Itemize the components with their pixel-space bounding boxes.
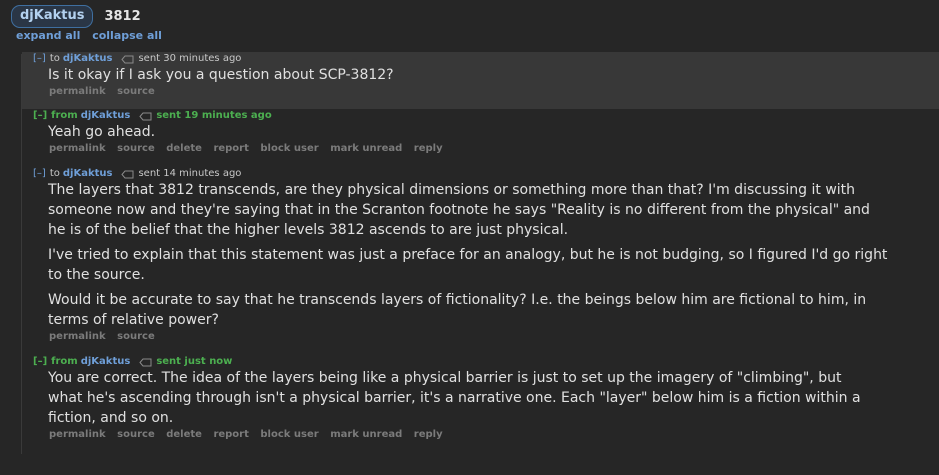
collapse-toggle[interactable]: [–] — [33, 168, 46, 180]
source-link[interactable]: source — [117, 143, 155, 154]
message-item: [–] to djKaktus sent 14 minutes ago The … — [22, 168, 939, 343]
permalink-link[interactable]: permalink — [49, 86, 106, 97]
direction-label: to — [49, 168, 60, 179]
tag-icon — [139, 112, 152, 120]
mark-unread-link[interactable]: mark unread — [330, 429, 402, 440]
delete-link[interactable]: delete — [166, 143, 202, 154]
message-actions: permalink source — [49, 330, 939, 343]
direction-label: to — [49, 53, 60, 64]
message-body: Is it okay if I ask you a question about… — [48, 65, 939, 85]
expand-controls: expand all collapse all — [16, 29, 170, 42]
thread-subject: 3812 — [104, 9, 141, 24]
username-pill[interactable]: djKaktus — [11, 5, 94, 28]
message-paragraph: The layers that 3812 transcends, are the… — [48, 182, 870, 238]
reply-link[interactable]: reply — [414, 429, 443, 440]
sent-time: sent 19 minutes ago — [156, 110, 272, 121]
message-actions: permalink source delete report block use… — [49, 428, 939, 441]
block-user-link[interactable]: block user — [260, 143, 318, 154]
permalink-link[interactable]: permalink — [49, 331, 106, 342]
message-actions: permalink source — [49, 85, 939, 98]
message-item: [–] from djKaktus sent just now You are … — [22, 356, 939, 441]
direction-label: from — [51, 356, 78, 367]
message-body: Yeah go ahead. — [48, 122, 939, 142]
source-link[interactable]: source — [117, 86, 155, 97]
block-user-link[interactable]: block user — [260, 429, 318, 440]
message-body: You are correct. The idea of the layers … — [48, 368, 878, 428]
message-paragraph: Would it be accurate to say that he tran… — [48, 292, 867, 328]
tag-icon — [121, 170, 134, 178]
message-paragraph: You are correct. The idea of the layers … — [48, 370, 861, 426]
thread-header: djKaktus 3812 — [11, 5, 141, 28]
source-link[interactable]: source — [117, 331, 155, 342]
permalink-link[interactable]: permalink — [49, 429, 106, 440]
message-item: [–] from djKaktus sent 19 minutes ago Ye… — [22, 110, 939, 155]
message-meta: [–] to djKaktus sent 30 minutes ago — [33, 53, 939, 65]
expand-all-link[interactable]: expand all — [16, 29, 80, 42]
sent-time: sent just now — [156, 356, 233, 367]
source-link[interactable]: source — [117, 429, 155, 440]
message-paragraph: I've tried to explain that this statemen… — [48, 247, 888, 283]
collapse-all-link[interactable]: collapse all — [92, 29, 162, 42]
message-paragraph: Is it okay if I ask you a question about… — [48, 67, 394, 83]
message-body: The layers that 3812 transcends, are the… — [48, 180, 888, 330]
message-meta: [–] from djKaktus sent 19 minutes ago — [33, 110, 939, 122]
permalink-link[interactable]: permalink — [49, 143, 106, 154]
sent-time: sent 30 minutes ago — [138, 53, 242, 64]
tag-icon — [139, 358, 152, 366]
author-link[interactable]: djKaktus — [81, 110, 131, 122]
author-link[interactable]: djKaktus — [63, 53, 113, 65]
report-link[interactable]: report — [213, 429, 248, 440]
message-item: [–] to djKaktus sent 30 minutes ago Is i… — [22, 52, 939, 109]
collapse-toggle[interactable]: [–] — [33, 110, 47, 122]
message-actions: permalink source delete report block use… — [49, 142, 939, 155]
sent-time: sent 14 minutes ago — [138, 168, 242, 179]
author-link[interactable]: djKaktus — [81, 356, 131, 368]
mark-unread-link[interactable]: mark unread — [330, 143, 402, 154]
delete-link[interactable]: delete — [166, 429, 202, 440]
direction-label: from — [51, 110, 78, 121]
author-link[interactable]: djKaktus — [63, 168, 113, 180]
reply-link[interactable]: reply — [414, 143, 443, 154]
message-paragraph: Yeah go ahead. — [48, 124, 156, 140]
tag-icon — [121, 55, 134, 63]
message-meta: [–] from djKaktus sent just now — [33, 356, 939, 368]
collapse-toggle[interactable]: [–] — [33, 356, 47, 368]
collapse-toggle[interactable]: [–] — [33, 53, 46, 65]
report-link[interactable]: report — [213, 143, 248, 154]
message-meta: [–] to djKaktus sent 14 minutes ago — [33, 168, 939, 180]
